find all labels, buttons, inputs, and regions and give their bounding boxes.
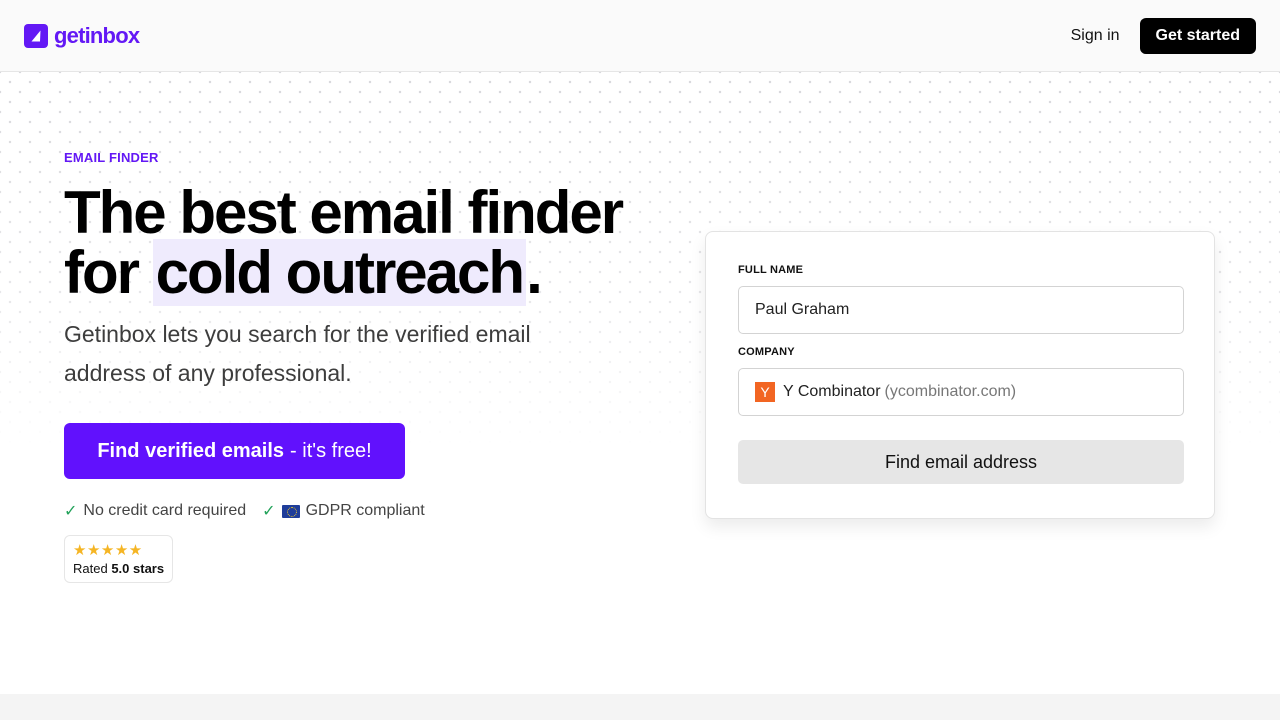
headline-line1: The best email finder [64, 179, 624, 246]
rating-badge: ★★★★★ Rated 5.0 stars [64, 535, 174, 583]
badge-no-credit-card: ✓ No credit card required [64, 501, 246, 521]
company-logo-icon: Y [755, 382, 775, 402]
badge-label: No credit card required [83, 502, 247, 519]
badge-label: GDPR compliant [305, 502, 425, 519]
headline-suffix: . [526, 239, 543, 306]
cta-light-text: - it's free! [290, 439, 372, 462]
hero-subtext: Getinbox lets you search for the verifie… [64, 321, 531, 386]
badge-gdpr: ✓ GDPR compliant [262, 501, 425, 521]
trust-badges: ✓ No credit card required ✓ GDPR complia… [64, 501, 684, 521]
full-name-value: Paul Graham [755, 301, 850, 318]
check-icon: ✓ [262, 503, 276, 520]
brand-logo[interactable]: getinbox [24, 22, 140, 49]
logo-icon [24, 23, 48, 48]
nav-actions: Sign in Get started [1071, 17, 1256, 54]
page-headline: The best email finder for cold outreach. [64, 183, 684, 306]
headline-prefix: for [64, 239, 153, 306]
find-verified-emails-button[interactable]: Find verified emails - it's free! [64, 423, 405, 479]
top-navbar: getinbox Sign in Get started [0, 0, 1280, 72]
cta-bold-text: Find verified emails [97, 439, 285, 462]
sign-in-link[interactable]: Sign in [1071, 27, 1120, 45]
email-finder-form: FULL NAME Paul Graham COMPANY Y Y Combin… [705, 231, 1215, 519]
eu-flag-icon [281, 504, 300, 518]
brand-name: getinbox [54, 22, 140, 48]
company-input[interactable]: Y Y Combinator (ycombinator.com) [738, 368, 1184, 416]
check-icon: ✓ [64, 503, 78, 520]
rating-text: Rated 5.0 stars [73, 561, 164, 576]
company-domain: (ycombinator.com) [884, 383, 1017, 400]
get-started-button[interactable]: Get started [1139, 17, 1256, 54]
hero-section: EMAIL FINDER The best email finder for c… [64, 150, 684, 583]
full-name-input[interactable]: Paul Graham [738, 286, 1184, 334]
rating-value: 5.0 stars [111, 561, 165, 576]
stars-icon: ★★★★★ [73, 542, 143, 559]
headline-highlight: cold outreach [152, 239, 527, 306]
company-name: Y Combinator [783, 383, 881, 400]
next-section-band [0, 694, 1280, 720]
find-email-address-button[interactable]: Find email address [738, 440, 1184, 484]
company-label: COMPANY [738, 346, 795, 358]
eyebrow-label: EMAIL FINDER [64, 150, 159, 165]
rating-prefix: Rated [73, 561, 108, 576]
full-name-label: FULL NAME [738, 264, 804, 276]
